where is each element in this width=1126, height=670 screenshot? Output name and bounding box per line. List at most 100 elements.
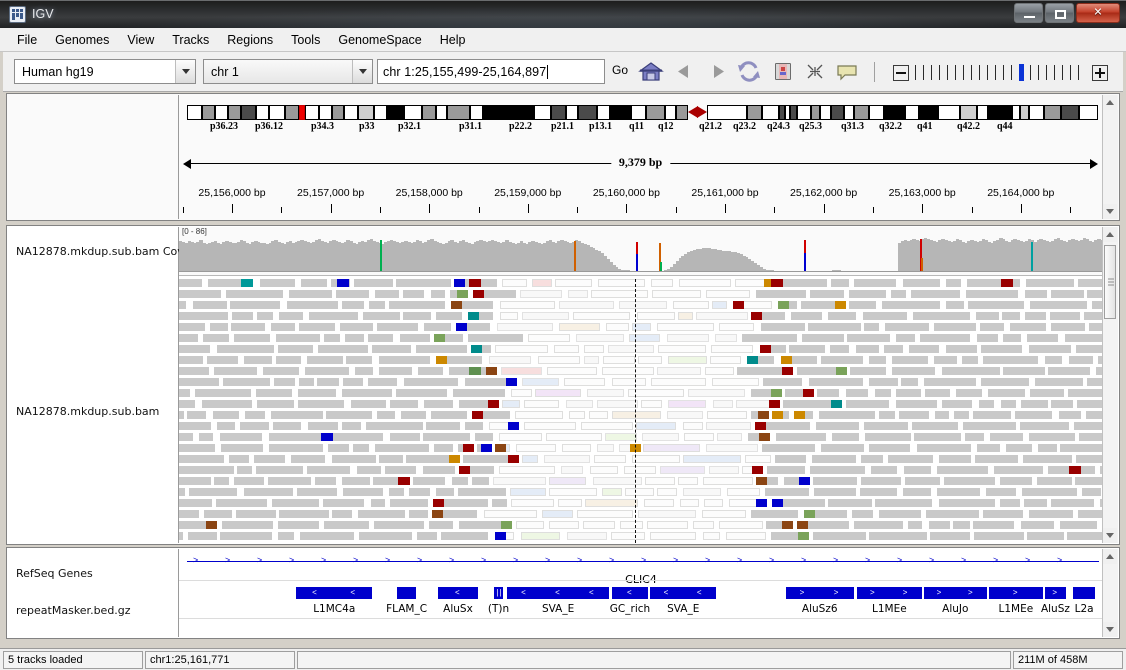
read-alignment[interactable] <box>390 499 428 507</box>
read-alignment[interactable] <box>368 301 385 309</box>
read-alignment[interactable] <box>328 444 350 452</box>
read-alignment[interactable] <box>356 466 381 474</box>
read-alignment[interactable] <box>179 301 187 309</box>
read-alignment[interactable] <box>436 488 455 496</box>
read-alignment[interactable] <box>601 367 655 375</box>
read-alignment[interactable] <box>457 488 507 496</box>
read-alignment[interactable] <box>879 411 896 419</box>
read-alignment[interactable] <box>1050 323 1085 331</box>
menu-item-genomespace[interactable]: GenomeSpace <box>329 30 430 50</box>
read-alignment[interactable] <box>1003 367 1045 375</box>
read-alignment[interactable] <box>828 499 872 507</box>
read-alignment[interactable] <box>860 477 901 485</box>
read-alignment[interactable] <box>888 455 934 463</box>
read-alignment[interactable] <box>418 367 443 375</box>
read-alignment[interactable] <box>269 444 324 452</box>
read-alignment[interactable] <box>898 411 929 419</box>
read-alignment[interactable] <box>495 345 549 353</box>
read-alignment[interactable] <box>965 290 1019 298</box>
read-alignment[interactable] <box>962 356 979 364</box>
zoom-tick[interactable] <box>1046 65 1047 80</box>
read-alignment[interactable] <box>1087 378 1103 386</box>
read-alignment[interactable] <box>789 345 825 353</box>
read-alignment[interactable] <box>986 488 1017 496</box>
read-alignment[interactable] <box>1048 367 1090 375</box>
track-name-repeatmasker[interactable]: repeatMasker.bed.gz <box>16 604 131 617</box>
read-alignment[interactable] <box>981 345 1022 353</box>
read-alignment[interactable] <box>322 499 365 507</box>
read-alignment[interactable] <box>576 334 625 342</box>
read-alignment[interactable] <box>491 499 508 507</box>
chevron-down-icon[interactable] <box>352 60 372 83</box>
read-alignment[interactable] <box>650 532 696 540</box>
read-alignment[interactable] <box>726 488 760 496</box>
read-alignment[interactable] <box>179 356 204 364</box>
read-alignment[interactable] <box>403 312 432 320</box>
read-alignment[interactable] <box>679 279 731 287</box>
read-alignment[interactable] <box>237 466 253 474</box>
feature-vertical-scrollbar[interactable] <box>1102 549 1118 637</box>
read-alignment[interactable] <box>817 389 840 397</box>
read-alignment[interactable] <box>809 378 864 386</box>
read-alignment[interactable] <box>568 411 585 419</box>
read-alignment[interactable] <box>818 411 875 419</box>
read-alignment[interactable] <box>861 455 883 463</box>
read-alignment[interactable] <box>871 466 898 474</box>
read-alignment[interactable] <box>331 455 376 463</box>
read-alignment[interactable] <box>1024 290 1048 298</box>
read-alignment[interactable] <box>188 488 238 496</box>
read-alignment[interactable] <box>934 323 977 331</box>
read-alignment[interactable] <box>925 510 980 518</box>
read-alignment[interactable] <box>416 345 468 353</box>
read-alignment[interactable] <box>278 521 319 529</box>
read-alignment[interactable] <box>1022 488 1077 496</box>
repeat-feature[interactable]: < <box>437 587 478 599</box>
read-alignment[interactable] <box>1002 312 1021 320</box>
read-alignment[interactable] <box>226 290 284 298</box>
read-alignment[interactable] <box>374 521 424 529</box>
read-alignment[interactable] <box>704 367 734 375</box>
read-alignment[interactable] <box>367 334 394 342</box>
read-alignment[interactable] <box>1006 444 1033 452</box>
read-alignment[interactable] <box>549 488 598 496</box>
read-alignment[interactable] <box>401 411 426 419</box>
read-alignment[interactable] <box>692 521 715 529</box>
read-alignment[interactable] <box>602 488 622 496</box>
read-alignment[interactable] <box>179 411 184 419</box>
read-alignment[interactable] <box>278 532 294 540</box>
read-alignment[interactable] <box>358 510 406 518</box>
read-alignment[interactable] <box>354 279 393 287</box>
read-alignment[interactable] <box>627 389 684 397</box>
read-alignment[interactable] <box>829 345 850 353</box>
zoom-tick[interactable] <box>1070 65 1071 80</box>
read-alignment[interactable] <box>287 301 338 309</box>
read-alignment[interactable] <box>581 422 634 430</box>
read-alignment[interactable] <box>564 378 606 386</box>
read-alignment[interactable] <box>201 400 252 408</box>
zoom-tick-current[interactable] <box>1019 64 1024 81</box>
read-alignment[interactable] <box>1034 378 1084 386</box>
read-alignment[interactable] <box>988 389 1026 397</box>
repeat-feature[interactable] <box>397 587 417 599</box>
read-alignment[interactable] <box>1024 312 1047 320</box>
read-alignment[interactable] <box>179 422 212 430</box>
read-alignment[interactable] <box>1050 290 1084 298</box>
read-alignment[interactable] <box>778 279 827 287</box>
read-alignment[interactable] <box>389 488 404 496</box>
read-alignment[interactable] <box>657 323 714 331</box>
read-alignment[interactable] <box>522 312 569 320</box>
read-alignment[interactable] <box>433 444 454 452</box>
read-alignment[interactable] <box>214 367 258 375</box>
read-alignment[interactable] <box>1077 510 1103 518</box>
read-alignment[interactable] <box>863 422 909 430</box>
read-alignment[interactable] <box>535 389 582 397</box>
read-alignment[interactable] <box>1050 312 1080 320</box>
read-alignment[interactable] <box>879 510 922 518</box>
read-alignment[interactable] <box>637 312 675 320</box>
read-alignment[interactable] <box>500 367 543 375</box>
read-alignment[interactable] <box>221 521 273 529</box>
zoom-tick[interactable] <box>995 65 996 80</box>
read-alignment[interactable] <box>288 290 333 298</box>
read-alignment[interactable] <box>390 400 418 408</box>
read-alignment[interactable] <box>307 422 339 430</box>
